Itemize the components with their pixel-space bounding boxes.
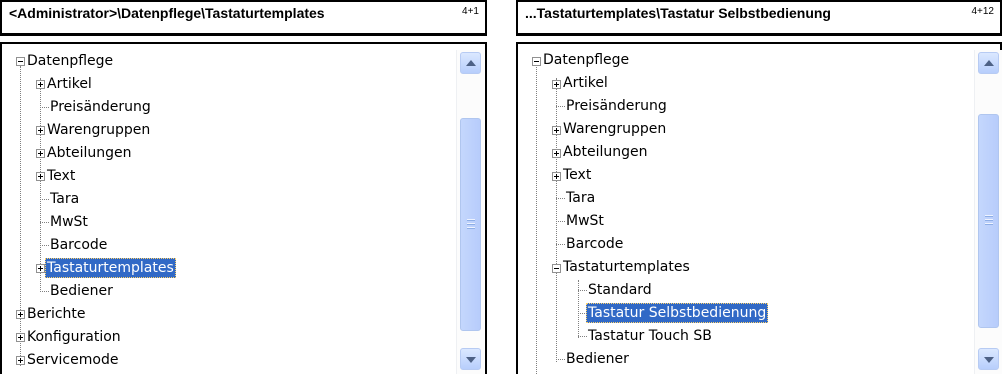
tree-item-tastaturtemplates[interactable]: Tastaturtemplates (561, 257, 692, 277)
arrow-down-icon (984, 357, 994, 363)
expand-toggle-icon[interactable] (552, 172, 561, 181)
expand-toggle-icon[interactable] (36, 264, 45, 273)
arrow-up-icon (466, 60, 476, 66)
vertical-scrollbar[interactable] (974, 50, 1002, 374)
scroll-up-button[interactable] (978, 52, 999, 74)
path-title: <Administrator>\Datenpflege\Tastaturtemp… (9, 5, 325, 21)
scroll-down-button[interactable] (460, 348, 481, 370)
tree-item-warengruppen[interactable]: Warengruppen (561, 119, 668, 139)
tree-item-bediener[interactable]: Bediener (564, 349, 631, 369)
tree-item-berichte[interactable]: Berichte (25, 304, 88, 324)
expand-toggle-icon[interactable] (36, 149, 45, 158)
tree-item-barcode[interactable]: Barcode (564, 234, 625, 254)
tree-item-abteilungen[interactable]: Abteilungen (561, 142, 649, 162)
expand-toggle-icon[interactable] (552, 80, 561, 89)
menu-tree: Datenpflege Artikel Preisänderung Wareng… (516, 42, 1002, 374)
tree-item-datenpflege[interactable]: Datenpflege (25, 51, 115, 71)
tree-item-text[interactable]: Text (45, 166, 77, 186)
tree-item-artikel[interactable]: Artikel (45, 74, 94, 94)
tree-item-tastatur-selbstbedienung[interactable]: Tastatur Selbstbedienung (586, 303, 769, 323)
arrow-down-icon (466, 357, 476, 363)
tree-item-mwst[interactable]: MwSt (564, 211, 606, 231)
tree-item-mwst[interactable]: MwSt (48, 212, 90, 232)
collapse-toggle-icon[interactable] (16, 57, 25, 66)
position-indicator: 4+12 (971, 6, 994, 17)
menu-panel-right: ...Tastaturtemplates\Tastatur Selbstbedi… (516, 0, 1002, 374)
path-title: ...Tastaturtemplates\Tastatur Selbstbedi… (525, 5, 831, 21)
path-title-bar: ...Tastaturtemplates\Tastatur Selbstbedi… (516, 0, 1002, 36)
tree-item-artikel[interactable]: Artikel (561, 73, 610, 93)
tree-item-servicemode[interactable]: Servicemode (25, 350, 120, 370)
tree-item-bediener[interactable]: Bediener (48, 281, 115, 301)
tree-item-barcode[interactable]: Barcode (48, 235, 109, 255)
scroll-thumb[interactable] (460, 118, 481, 331)
position-indicator: 4+1 (462, 6, 479, 17)
collapse-toggle-icon[interactable] (532, 57, 541, 66)
vertical-scrollbar[interactable] (456, 50, 484, 374)
arrow-up-icon (984, 60, 994, 66)
expand-toggle-icon[interactable] (552, 149, 561, 158)
expand-toggle-icon[interactable] (36, 172, 45, 181)
menu-tree: Datenpflege Artikel Preisänderung Wareng… (0, 42, 487, 374)
tree-item-konfiguration[interactable]: Konfiguration (25, 327, 123, 347)
tree-item-tara[interactable]: Tara (564, 188, 597, 208)
expand-toggle-icon[interactable] (16, 356, 25, 365)
menu-panel-left: <Administrator>\Datenpflege\Tastaturtemp… (0, 0, 487, 374)
expand-toggle-icon[interactable] (16, 333, 25, 342)
expand-toggle-icon[interactable] (36, 126, 45, 135)
tree-item-preisaenderung[interactable]: Preisänderung (564, 96, 669, 116)
scroll-thumb[interactable] (978, 114, 999, 328)
tree-item-tastatur-touch-sb[interactable]: Tastatur Touch SB (586, 326, 714, 346)
tree-item-text[interactable]: Text (561, 165, 593, 185)
expand-toggle-icon[interactable] (552, 126, 561, 135)
expand-toggle-icon[interactable] (16, 310, 25, 319)
expand-toggle-icon[interactable] (36, 80, 45, 89)
path-title-bar: <Administrator>\Datenpflege\Tastaturtemp… (0, 0, 487, 36)
scroll-up-button[interactable] (460, 52, 481, 74)
tree-item-standard[interactable]: Standard (586, 280, 654, 300)
scroll-down-button[interactable] (978, 348, 999, 370)
tree-item-tara[interactable]: Tara (48, 189, 81, 209)
tree-item-abteilungen[interactable]: Abteilungen (45, 143, 133, 163)
tree-item-preisaenderung[interactable]: Preisänderung (48, 97, 153, 117)
tree-item-datenpflege[interactable]: Datenpflege (541, 50, 631, 70)
tree-item-tastaturtemplates[interactable]: Tastaturtemplates (45, 258, 176, 278)
collapse-toggle-icon[interactable] (552, 264, 561, 273)
tree-item-warengruppen[interactable]: Warengruppen (45, 120, 152, 140)
